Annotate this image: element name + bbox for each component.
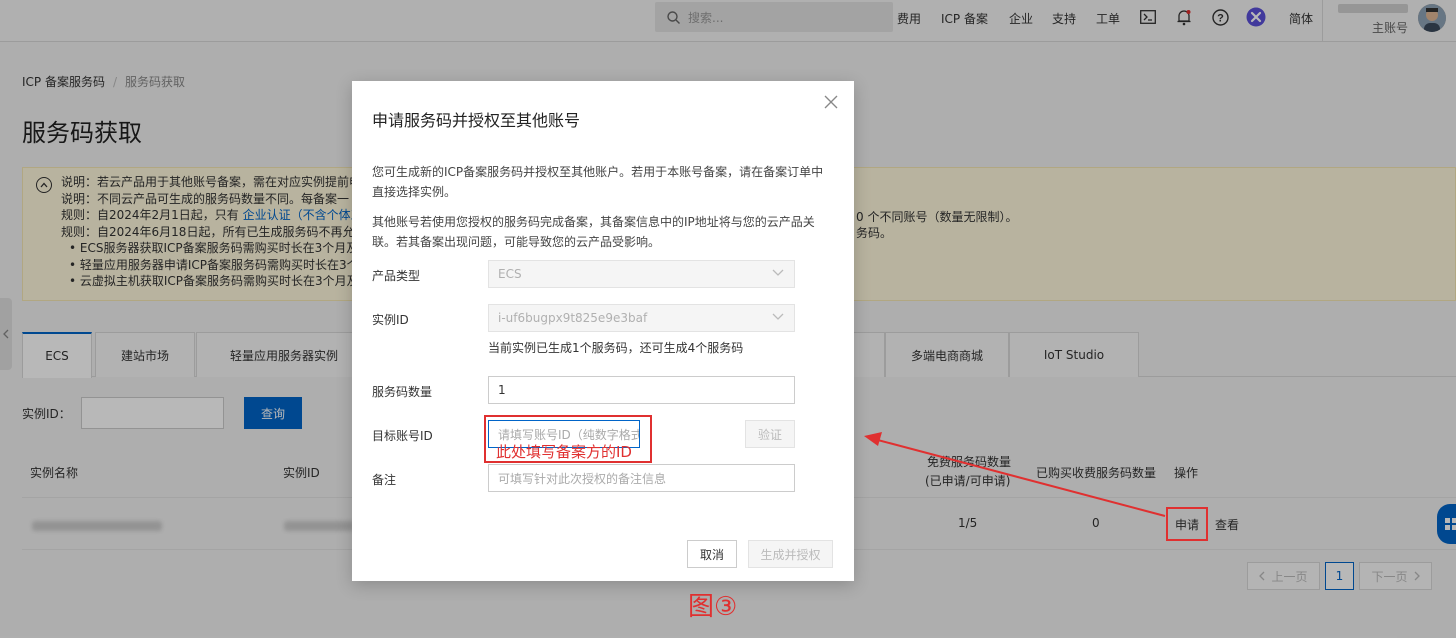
target-account-label: 目标账号ID [372,429,433,443]
instance-id-label: 实例ID [372,313,409,327]
annotation-arrow [864,432,1166,517]
annotation-note: 此处填写备案方的ID [496,443,632,461]
product-type-select: ECS [488,260,795,288]
instance-id-select: i-uf6bugpx9t825e9e3baf [488,304,795,332]
apply-link-highlight [1166,507,1208,541]
code-count-label: 服务码数量 [372,385,433,399]
instance-hint: 当前实例已生成1个服务码，还可生成4个服务码 [488,341,744,355]
apply-service-code-dialog: 申请服务码并授权至其他账号 您可生成新的ICP备案服务码并授权至其他账户。若用于… [352,81,854,581]
remark-input[interactable]: 可填写针对此次授权的备注信息 [488,464,795,492]
chevron-down-icon [772,313,784,320]
dialog-description-1: 您可生成新的ICP备案服务码并授权至其他账户。若用于本账号备案，请在备案订单中直… [372,165,824,199]
figure-label: 图③ [688,592,738,622]
remark-label: 备注 [372,473,397,487]
chevron-down-icon [772,269,784,276]
code-count-input[interactable]: 1 [488,376,795,404]
dialog-title: 申请服务码并授权至其他账号 [372,111,581,130]
verify-button[interactable]: 验证 [745,420,795,448]
dialog-description-2: 其他账号若使用您授权的服务码完成备案，其备案信息中的IP地址将与您的云产品关联。… [372,215,815,249]
cancel-button[interactable]: 取消 [687,540,737,568]
product-type-label: 产品类型 [372,269,421,283]
generate-authorize-button[interactable]: 生成并授权 [748,540,833,568]
close-icon[interactable] [824,95,840,111]
